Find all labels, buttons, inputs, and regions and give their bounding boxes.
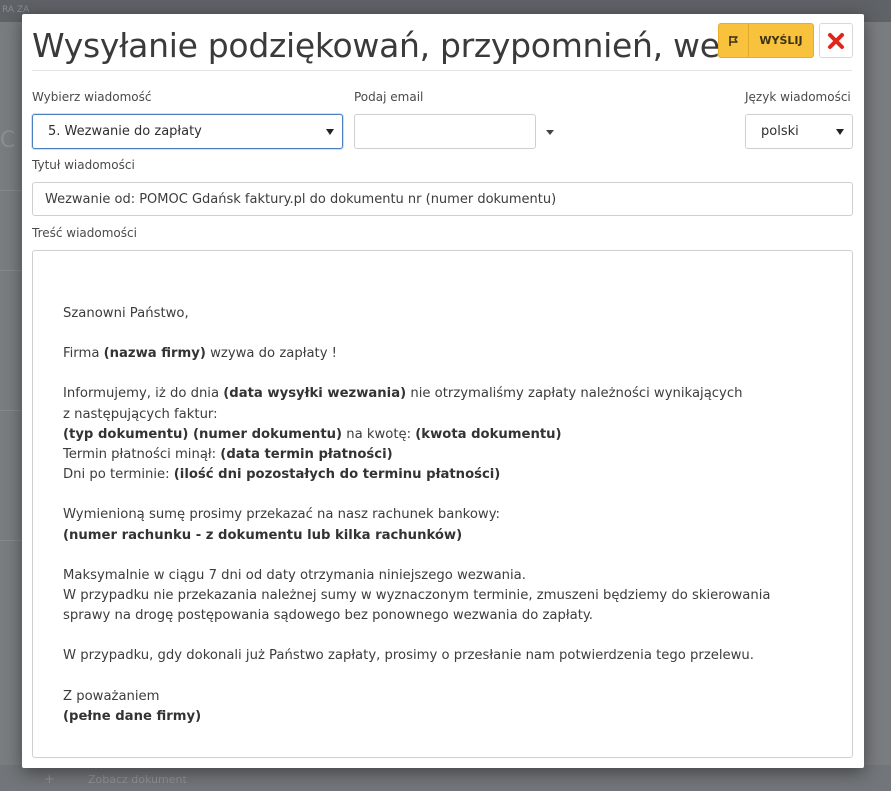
title-divider bbox=[32, 70, 852, 71]
plus-icon: + bbox=[44, 772, 55, 787]
chevron-down-icon bbox=[326, 128, 334, 135]
message-dialog: Wysyłanie podziękowań, przypomnień, wezw… bbox=[22, 14, 864, 768]
message-select-value: 5. Wezwanie do zapłaty bbox=[48, 124, 202, 139]
email-label: Podaj email bbox=[354, 90, 424, 104]
body-line: W przypadku, gdy dokonali już Państwo za… bbox=[63, 648, 754, 664]
body-line: Maksymalnie w ciągu 7 dni od daty otrzym… bbox=[63, 567, 526, 583]
body-closing: Z poważaniem bbox=[63, 688, 160, 704]
chevron-down-icon bbox=[836, 128, 844, 135]
close-icon bbox=[828, 32, 844, 49]
send-button-label: WYŚLIJ bbox=[759, 34, 803, 47]
background-bottom-bar: + Zobacz dokument bbox=[0, 765, 891, 791]
body-label: Treść wiadomości bbox=[32, 226, 137, 240]
email-dropdown-toggle[interactable] bbox=[543, 125, 557, 139]
language-select[interactable]: polski bbox=[745, 114, 853, 149]
body-line: (numer rachunku - z dokumentu lub kilka … bbox=[63, 527, 463, 543]
body-line: Dni po terminie: (ilość dni pozostałych … bbox=[63, 467, 501, 483]
body-line: Termin płatności minął: (data termin pła… bbox=[63, 447, 393, 463]
close-button[interactable] bbox=[819, 23, 853, 58]
subject-input[interactable]: Wezwanie od: POMOC Gdańsk faktury.pl do … bbox=[32, 182, 853, 216]
background-divider bbox=[0, 410, 22, 411]
subject-input-value: Wezwanie od: POMOC Gdańsk faktury.pl do … bbox=[45, 191, 557, 207]
background-bottom-button: Zobacz dokument bbox=[88, 773, 187, 786]
body-paragraph: Firma (nazwa firmy) wzywa do zapłaty ! bbox=[63, 346, 337, 362]
subject-label: Tytuł wiadomości bbox=[32, 158, 135, 172]
body-greeting: Szanowni Państwo, bbox=[63, 306, 189, 321]
background-divider bbox=[0, 540, 22, 541]
email-input[interactable] bbox=[354, 114, 536, 149]
message-select[interactable]: 5. Wezwanie do zapłaty bbox=[32, 114, 343, 149]
caret-down-icon bbox=[546, 129, 554, 135]
body-line: (typ dokumentu) (numer dokumentu) na kwo… bbox=[63, 426, 562, 442]
background-divider bbox=[0, 190, 22, 191]
send-button[interactable]: WYŚLIJ bbox=[718, 23, 814, 58]
send-icon bbox=[719, 24, 749, 57]
body-line: Wymienioną sumę prosimy przekazać na nas… bbox=[63, 507, 500, 523]
message-select-label: Wybierz wiadomość bbox=[32, 90, 152, 104]
message-body-editor[interactable]: Szanowni Państwo, Firma (nazwa firmy) wz… bbox=[32, 250, 853, 758]
body-line: W przypadku nie przekazania należnej sum… bbox=[63, 588, 771, 604]
language-label: Język wiadomości bbox=[745, 90, 851, 104]
body-line: sprawy na drogę postępowania sądowego be… bbox=[63, 608, 593, 624]
background-fragment: C bbox=[0, 128, 16, 153]
dialog-title: Wysyłanie podziękowań, przypomnień, wezw… bbox=[32, 26, 732, 65]
background-divider bbox=[0, 270, 22, 271]
body-line: z następujących faktur: bbox=[63, 406, 218, 422]
body-signature: (pełne dane firmy) bbox=[63, 708, 202, 724]
language-select-value: polski bbox=[761, 124, 799, 139]
body-paragraph: Informujemy, iż do dnia (data wysyłki we… bbox=[63, 386, 743, 402]
